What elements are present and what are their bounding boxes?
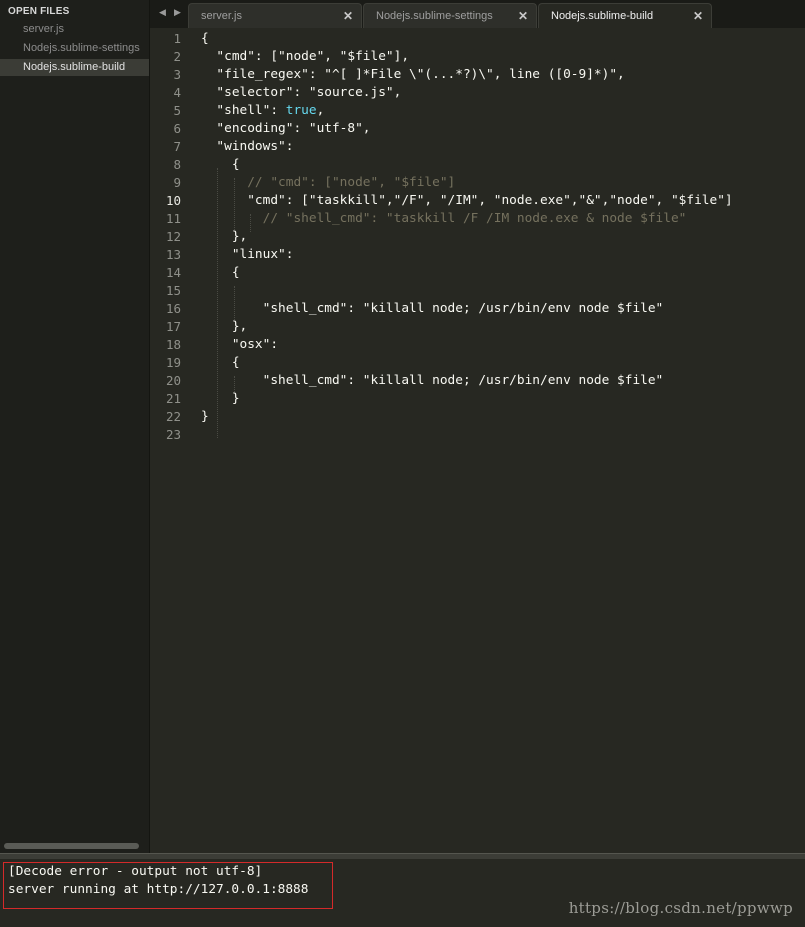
output-line-decode-error: [Decode error - output not utf-8] [8,864,263,879]
line-number: 15 [165,283,181,298]
boolean-keyword: true [285,103,317,118]
code-line: "windows": [201,139,294,154]
line-number: 5 [173,103,181,118]
output-line-server-running: server running at http://127.0.0.1:8888 [8,882,309,897]
line-number: 20 [165,373,181,388]
tab-nav-left-icon[interactable]: ◀ [159,7,166,18]
tab-server-js[interactable]: server.js ✕ [188,3,362,28]
tab-label: Nodejs.sublime-build [551,10,654,22]
code-line: "selector": "source.js", [201,85,402,100]
code-line: "shell": true, [201,103,325,118]
code-line: // "shell_cmd": "taskkill /F /IM node.ex… [201,211,687,226]
line-number: 1 [173,31,181,46]
tab-nodejs-build[interactable]: Nodejs.sublime-build ✕ [538,3,712,28]
code-line: { [201,265,240,280]
line-number: 16 [165,301,181,316]
code-line: }, [201,229,248,244]
line-number: 22 [165,409,181,424]
code-line: { [201,31,209,46]
line-number: 10 [165,193,181,208]
code-line: "encoding": "utf-8", [201,121,371,136]
line-number: 6 [173,121,181,136]
tab-bar: ◀ ▶ server.js ✕ Nodejs.sublime-settings … [150,0,805,28]
sidebar-file-nodejs-settings[interactable]: Nodejs.sublime-settings [0,40,149,57]
line-number: 9 [173,175,181,190]
line-number: 13 [165,247,181,262]
line-number: 21 [165,391,181,406]
line-number: 23 [165,427,181,442]
line-number: 12 [165,229,181,244]
close-icon[interactable]: ✕ [518,9,528,23]
line-number: 19 [165,355,181,370]
code-line: }, [201,319,248,334]
tab-nodejs-settings[interactable]: Nodejs.sublime-settings ✕ [363,3,537,28]
watermark: https://blog.csdn.net/ppwwp [568,899,793,917]
sidebar: OPEN FILES server.js Nodejs.sublime-sett… [0,0,150,853]
line-number: 8 [173,157,181,172]
line-number: 17 [165,319,181,334]
code-line: // "cmd": ["node", "$file"] [201,175,456,190]
line-number: 7 [173,139,181,154]
sidebar-file-nodejs-build[interactable]: Nodejs.sublime-build [0,59,149,76]
build-output-panel: [Decode error - output not utf-8] server… [0,859,805,927]
code-line: "cmd": ["taskkill","/F", "/IM", "node.ex… [201,193,733,208]
close-icon[interactable]: ✕ [343,9,353,23]
line-number: 18 [165,337,181,352]
code-line: } [201,409,209,424]
sidebar-scrollbar[interactable] [4,843,139,849]
code-line: "linux": [201,247,294,262]
code-line: "cmd": ["node", "$file"], [201,49,410,64]
line-number: 14 [165,265,181,280]
code-line: "shell_cmd": "killall node; /usr/bin/env… [201,301,664,316]
tab-label: Nodejs.sublime-settings [376,10,493,22]
close-icon[interactable]: ✕ [693,9,703,23]
tab-nav-right-icon[interactable]: ▶ [174,7,181,18]
code-line: "osx": [201,337,279,352]
line-number-gutter: 1 2 3 4 5 6 7 8 9 10 11 12 13 14 15 16 17 18 19 20 21 22 23 [150,28,195,854]
code-line: { [201,157,240,172]
line-number: 3 [173,67,181,82]
open-files-header: OPEN FILES [8,6,70,17]
code-line: "file_regex": "^[ ]*File \"(...*?)\", li… [201,67,625,82]
line-number: 4 [173,85,181,100]
sidebar-file-server-js[interactable]: server.js [0,21,149,38]
line-number: 2 [173,49,181,64]
code-line: } [201,391,240,406]
code-line: "shell_cmd": "killall node; /usr/bin/env… [201,373,664,388]
code-line: { [201,355,240,370]
tab-label: server.js [201,10,242,22]
line-number: 11 [165,211,181,226]
code-editor[interactable]: { "cmd": ["node", "$file"], "file_regex"… [201,28,801,854]
